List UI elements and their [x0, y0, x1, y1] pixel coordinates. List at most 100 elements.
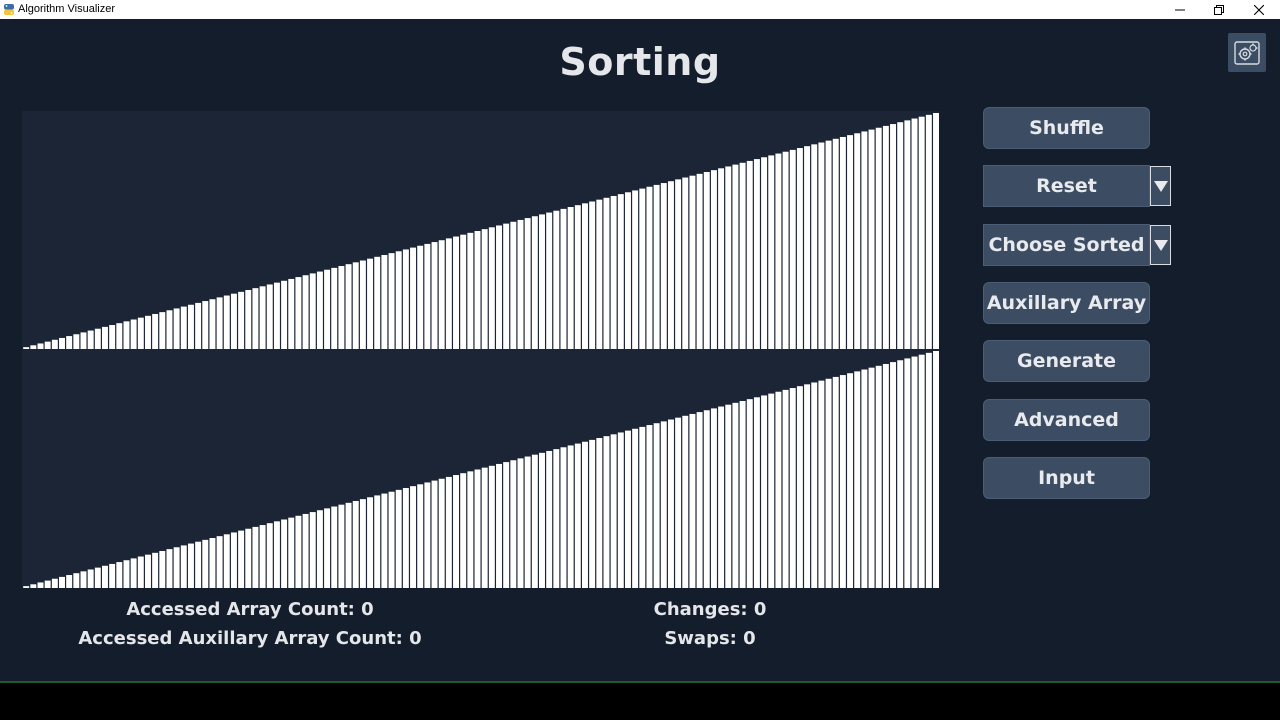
array-bar [553, 210, 560, 349]
array-bar [395, 251, 402, 349]
array-bar [130, 319, 137, 349]
array-bar [496, 225, 502, 349]
array-bar [259, 286, 266, 349]
array-bar [746, 160, 753, 349]
array-bar [94, 328, 101, 349]
array-bar [761, 157, 768, 349]
array-bar [345, 502, 352, 588]
reset-button[interactable]: Reset [983, 165, 1150, 207]
array-bar [281, 519, 288, 588]
array-bar [718, 406, 725, 588]
generate-button[interactable]: Generate [983, 340, 1150, 382]
array-bar [474, 469, 481, 588]
array-bar [710, 170, 717, 349]
array-bar [152, 313, 159, 349]
page-title: Sorting [559, 40, 721, 84]
array-bar [230, 293, 237, 349]
array-bar [395, 489, 402, 588]
array-bar [59, 337, 65, 349]
array-bar [567, 207, 574, 349]
array-bar [309, 512, 316, 588]
accessed-auxiliary-array-count: Accessed Auxillary Array Count: 0 [78, 628, 422, 649]
array-bar [30, 584, 37, 588]
array-bar [195, 302, 202, 349]
array-bar [710, 408, 717, 588]
array-bar [933, 351, 939, 588]
array-bar [933, 113, 939, 349]
array-bar [44, 580, 51, 588]
settings-button[interactable] [1228, 33, 1266, 72]
array-bar [660, 421, 667, 588]
settings-icon [1234, 40, 1260, 65]
array-bar [102, 565, 108, 588]
array-bar [854, 133, 861, 349]
auxiliary-array-button[interactable]: Auxillary Array [983, 282, 1150, 324]
array-bar [116, 323, 123, 349]
array-bar [897, 360, 904, 588]
array-bar [388, 253, 395, 349]
array-bar [295, 515, 302, 588]
choose-sorted-button[interactable]: Choose Sorted [983, 224, 1150, 266]
array-bar [252, 288, 259, 349]
array-bar [761, 395, 768, 588]
array-bar [582, 203, 588, 349]
array-bar [123, 560, 130, 588]
array-bar [567, 445, 574, 588]
array-bar [667, 419, 674, 588]
array-bar [223, 534, 230, 588]
array-bar [352, 500, 359, 588]
array-bar [603, 197, 610, 349]
array-bar [273, 282, 280, 349]
array-bar [137, 317, 144, 349]
array-bar [180, 306, 187, 349]
array-bar [832, 376, 839, 588]
reset-dropdown-toggle[interactable] [1150, 166, 1171, 206]
array-bar [245, 528, 252, 588]
array-bar [796, 386, 803, 588]
close-button[interactable] [1239, 0, 1279, 19]
minimize-button[interactable] [1160, 0, 1200, 19]
choose-sorted-dropdown-toggle[interactable] [1150, 225, 1171, 265]
minimize-icon [1175, 9, 1185, 10]
array-bar [187, 543, 194, 588]
array-bar [73, 334, 80, 349]
array-bar [109, 325, 116, 349]
array-bar [503, 223, 510, 349]
array-bar [359, 260, 366, 349]
array-bar [531, 454, 538, 588]
array-bar [646, 425, 653, 588]
array-bar [331, 267, 338, 349]
array-bar [367, 258, 374, 349]
array-bar [238, 291, 245, 349]
array-bar [703, 410, 710, 588]
python-icon [4, 4, 14, 15]
accessed-array-count: Accessed Array Count: 0 [126, 599, 374, 620]
array-bar [245, 290, 252, 349]
array-bar [768, 155, 775, 349]
array-bar [166, 310, 173, 349]
array-bar [825, 378, 832, 588]
array-bar [467, 471, 474, 588]
advanced-button[interactable]: Advanced [983, 399, 1150, 441]
array-bar [410, 247, 417, 349]
array-bar [381, 254, 388, 349]
triangle-down-icon [1153, 181, 1168, 192]
array-bar [811, 382, 818, 588]
array-bar [904, 120, 911, 349]
array-bar [316, 271, 323, 349]
array-bar [789, 388, 796, 588]
shuffle-button[interactable]: Shuffle [983, 107, 1150, 149]
array-bar [445, 238, 452, 349]
array-bar [689, 175, 696, 349]
array-bar [918, 116, 925, 349]
array-bar [589, 201, 596, 349]
input-button[interactable]: Input [983, 457, 1150, 499]
array-bar [352, 262, 359, 349]
array-bar [546, 212, 553, 349]
array-bar [460, 473, 467, 588]
array-bar [574, 443, 581, 588]
array-bar [80, 571, 87, 588]
array-bar [417, 245, 424, 349]
array-bar [173, 308, 180, 349]
restore-button[interactable] [1199, 0, 1239, 19]
